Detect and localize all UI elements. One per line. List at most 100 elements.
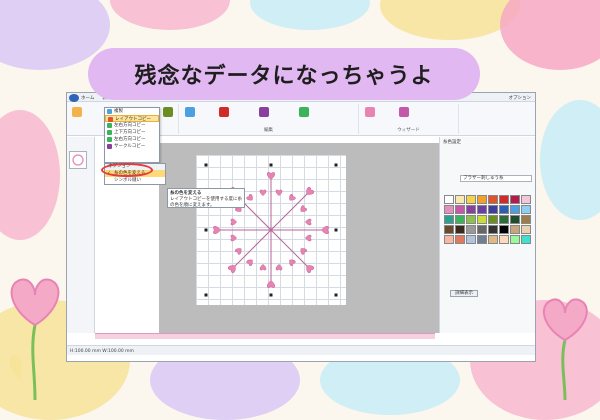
color-swatch[interactable] bbox=[455, 195, 465, 204]
color-swatch[interactable] bbox=[477, 195, 487, 204]
color-swatch[interactable] bbox=[455, 205, 465, 214]
thread-color-panel: 糸色設定 ブラザー刺しゅう糸 詳細表示 bbox=[439, 137, 535, 333]
menu-item-horizontal-copy[interactable]: 左右方向コピー bbox=[105, 122, 159, 129]
color-swatch[interactable] bbox=[521, 195, 531, 204]
app-menu-button[interactable] bbox=[69, 94, 79, 102]
heart-mark bbox=[289, 259, 296, 266]
color-swatch[interactable] bbox=[521, 215, 531, 224]
color-swatch[interactable] bbox=[444, 195, 454, 204]
color-swatch[interactable] bbox=[499, 195, 509, 204]
heart-pattern bbox=[204, 163, 338, 297]
color-swatch[interactable] bbox=[488, 205, 498, 214]
color-swatch[interactable] bbox=[477, 215, 487, 224]
color-swatch[interactable] bbox=[510, 205, 520, 214]
group-icon[interactable] bbox=[299, 107, 309, 117]
color-swatch[interactable] bbox=[488, 215, 498, 224]
heart-mark bbox=[230, 234, 237, 242]
heart-mark bbox=[300, 205, 307, 212]
mirror-icon bbox=[107, 130, 112, 135]
menu-item-label: 複製 bbox=[114, 109, 123, 114]
color-swatch[interactable] bbox=[444, 235, 454, 244]
color-swatch[interactable] bbox=[488, 235, 498, 244]
thread-chart-select[interactable]: ブラザー刺しゅう糸 bbox=[460, 175, 532, 182]
color-swatch[interactable] bbox=[521, 225, 531, 234]
color-swatch[interactable] bbox=[499, 235, 509, 244]
app-window: ホーム 表示 ヘルプ オプション ツール 編集 ウィザード bbox=[66, 92, 536, 362]
heart-icon bbox=[72, 154, 84, 166]
color-swatch[interactable] bbox=[444, 205, 454, 214]
color-swatch[interactable] bbox=[466, 205, 476, 214]
color-palette bbox=[444, 195, 534, 244]
color-swatch[interactable] bbox=[466, 215, 476, 224]
color-swatch[interactable] bbox=[455, 215, 465, 224]
color-swatch[interactable] bbox=[521, 235, 531, 244]
mirror-icon bbox=[107, 137, 112, 142]
submenu-item-label: シンボル縫い bbox=[114, 178, 141, 183]
heart-mark bbox=[275, 189, 283, 196]
tab-home[interactable]: ホーム bbox=[81, 95, 94, 101]
color-swatch[interactable] bbox=[455, 225, 465, 234]
color-swatch[interactable] bbox=[510, 225, 520, 234]
color-swatch[interactable] bbox=[466, 225, 476, 234]
heart-mark bbox=[235, 248, 242, 255]
applique-wizard-icon[interactable] bbox=[365, 107, 375, 117]
symbol-stitch-option[interactable]: シンボル縫い bbox=[105, 177, 165, 184]
color-swatch[interactable] bbox=[499, 215, 509, 224]
color-swatch[interactable] bbox=[477, 225, 487, 234]
color-swatch[interactable] bbox=[444, 225, 454, 234]
circle-icon bbox=[107, 144, 112, 149]
image-icon[interactable] bbox=[219, 107, 229, 117]
color-swatch[interactable] bbox=[499, 225, 509, 234]
canvas-area bbox=[159, 143, 439, 333]
menu-item-layout-copy[interactable]: レイアウトコピー bbox=[105, 115, 159, 122]
menu-item-label: 左右方向コピー bbox=[114, 123, 146, 128]
ribbon-group-wizard: ウィザード bbox=[359, 104, 459, 134]
selection-handle[interactable] bbox=[204, 293, 208, 297]
bg-blob bbox=[540, 100, 600, 220]
ribbon-group-label: 編集 bbox=[264, 128, 273, 133]
detail-button[interactable]: 詳細表示 bbox=[450, 290, 478, 297]
color-swatch[interactable] bbox=[521, 205, 531, 214]
pattern-thumbnail[interactable] bbox=[69, 151, 87, 169]
selection-handle[interactable] bbox=[204, 228, 208, 232]
color-swatch[interactable] bbox=[488, 225, 498, 234]
color-swatch[interactable] bbox=[499, 205, 509, 214]
stitch-timeline[interactable] bbox=[95, 333, 435, 339]
heart-mark bbox=[275, 264, 283, 271]
color-swatch[interactable] bbox=[510, 235, 520, 244]
menu-item-label: サークルコピー bbox=[114, 144, 146, 149]
color-swatch[interactable] bbox=[488, 195, 498, 204]
color-swatch[interactable] bbox=[510, 215, 520, 224]
selection-handle[interactable] bbox=[269, 293, 273, 297]
edit-icon[interactable] bbox=[185, 107, 195, 117]
heart-mark bbox=[246, 259, 253, 266]
color-swatch[interactable] bbox=[510, 195, 520, 204]
stitch-icon[interactable] bbox=[259, 107, 269, 117]
selection-handle[interactable] bbox=[204, 163, 208, 167]
design-sheet[interactable] bbox=[196, 155, 346, 305]
selection-handle[interactable] bbox=[334, 228, 338, 232]
tooltip-body: レイアウトコピーを使用する度に糸の色を順に変えます。 bbox=[170, 197, 242, 208]
color-swatch[interactable] bbox=[477, 205, 487, 214]
color-swatch[interactable] bbox=[466, 235, 476, 244]
ribbon-group-label: ウィザード bbox=[397, 128, 420, 133]
shape-tool-icon[interactable] bbox=[163, 107, 173, 117]
selection-handle[interactable] bbox=[334, 163, 338, 167]
heart-mark bbox=[259, 264, 267, 271]
heart-mark bbox=[305, 234, 312, 242]
color-swatch[interactable] bbox=[466, 195, 476, 204]
select-tool-icon[interactable] bbox=[72, 107, 82, 117]
color-swatch[interactable] bbox=[477, 235, 487, 244]
menu-item-lr-copy[interactable]: 左右方向コピー bbox=[105, 136, 159, 143]
color-swatch[interactable] bbox=[444, 215, 454, 224]
menu-item-circle-copy[interactable]: サークルコピー bbox=[105, 143, 159, 150]
heart-mark bbox=[300, 248, 307, 255]
selection-handle[interactable] bbox=[269, 163, 273, 167]
menu-item-duplicate[interactable]: 複製 bbox=[105, 108, 159, 115]
selection-handle[interactable] bbox=[334, 293, 338, 297]
options-link[interactable]: オプション bbox=[509, 95, 532, 101]
color-swatch[interactable] bbox=[455, 235, 465, 244]
heart-mark bbox=[259, 189, 267, 196]
menu-item-vertical-copy[interactable]: 上下方向コピー bbox=[105, 129, 159, 136]
wizard-icon[interactable] bbox=[399, 107, 409, 117]
